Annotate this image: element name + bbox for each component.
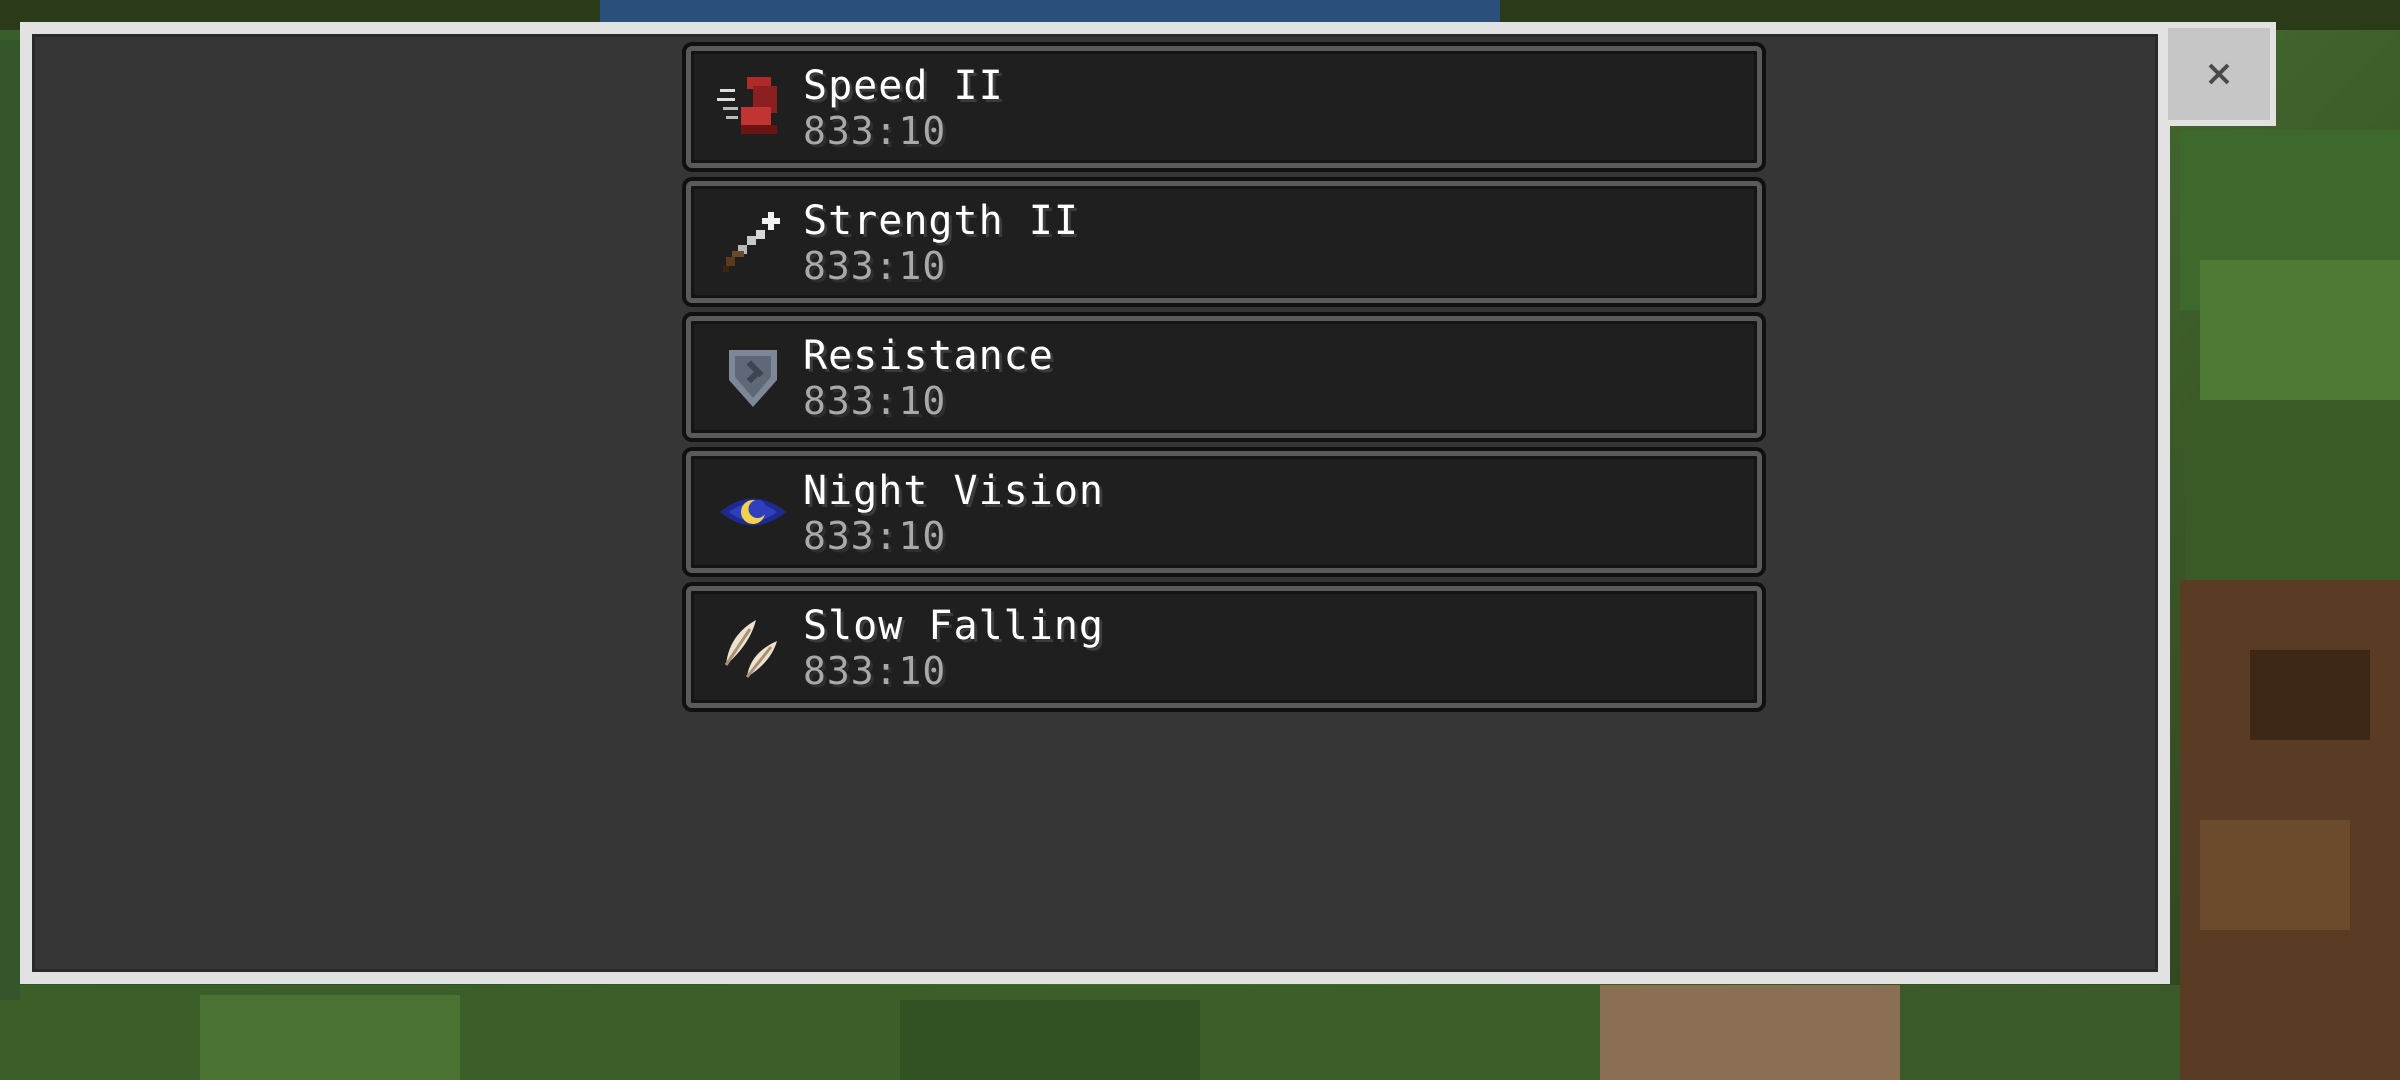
effect-name: Resistance bbox=[803, 333, 1054, 379]
effect-entry-slow-falling[interactable]: Slow Falling 833:10 bbox=[686, 586, 1762, 708]
effects-list: Speed II 833:10 Strength II 833:10 Resis… bbox=[686, 46, 1762, 721]
effect-duration: 833:10 bbox=[803, 514, 947, 558]
night-vision-icon bbox=[720, 498, 786, 526]
effect-name: Strength II bbox=[803, 198, 1079, 244]
effect-duration: 833:10 bbox=[803, 244, 947, 288]
speed-icon bbox=[717, 77, 777, 134]
slow-falling-icon bbox=[724, 620, 777, 678]
effect-entry-strength[interactable]: Strength II 833:10 bbox=[686, 181, 1762, 303]
effect-duration: 833:10 bbox=[803, 109, 947, 153]
effect-name: Slow Falling bbox=[803, 603, 1104, 649]
effect-name: Speed II bbox=[803, 63, 1004, 109]
effect-duration: 833:10 bbox=[803, 379, 947, 423]
effect-entry-resistance[interactable]: Resistance 833:10 bbox=[686, 316, 1762, 438]
effect-duration: 833:10 bbox=[803, 649, 947, 693]
close-button[interactable] bbox=[2168, 22, 2276, 126]
close-icon bbox=[2208, 63, 2230, 85]
strength-icon bbox=[723, 212, 780, 272]
effect-entry-speed[interactable]: Speed II 833:10 bbox=[686, 46, 1762, 168]
resistance-icon bbox=[729, 350, 777, 407]
effect-name: Night Vision bbox=[803, 468, 1104, 514]
effect-entry-night-vision[interactable]: Night Vision 833:10 bbox=[686, 451, 1762, 573]
